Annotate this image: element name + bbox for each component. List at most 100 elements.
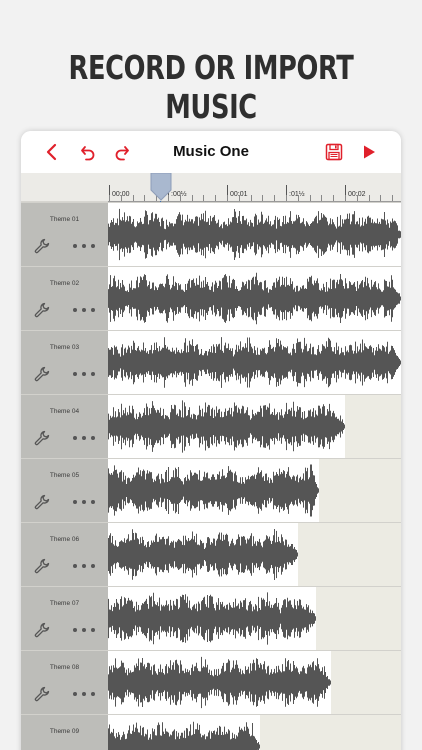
track-header[interactable]: Theme 03 xyxy=(21,331,108,394)
ruler-minor-tick xyxy=(310,195,311,201)
wrench-icon[interactable] xyxy=(34,366,50,382)
audio-clip[interactable] xyxy=(108,587,316,650)
waveform xyxy=(108,592,316,645)
waveform xyxy=(108,337,401,388)
waveform-path xyxy=(108,208,401,261)
track-name: Theme 08 xyxy=(49,664,80,671)
waveform xyxy=(108,464,319,517)
track-name: Theme 03 xyxy=(49,344,80,351)
track-row[interactable]: Theme 05 xyxy=(21,458,401,522)
wrench-icon[interactable] xyxy=(34,494,50,510)
track-row[interactable]: Theme 06 xyxy=(21,522,401,586)
ruler-minor-tick xyxy=(380,195,381,201)
waveform xyxy=(108,529,298,580)
ruler-minor-tick xyxy=(180,195,181,201)
save-button[interactable] xyxy=(322,140,346,164)
track-row[interactable]: Theme 08 xyxy=(21,650,401,714)
waveform-path xyxy=(108,337,401,388)
audio-clip[interactable] xyxy=(108,331,401,394)
redo-button[interactable] xyxy=(110,140,134,164)
audio-clip[interactable] xyxy=(108,523,298,586)
track-name: Theme 05 xyxy=(49,472,80,479)
project-title: Music One xyxy=(173,143,249,160)
ruler-minor-tick xyxy=(109,195,110,201)
wrench-icon[interactable] xyxy=(34,238,50,254)
track-header[interactable]: Theme 07 xyxy=(21,587,108,650)
undo-icon xyxy=(81,146,95,161)
floppy-disk-icon xyxy=(325,143,343,161)
more-options-icon[interactable] xyxy=(73,302,95,318)
track-row[interactable]: Theme 03 xyxy=(21,330,401,394)
undo-button[interactable] xyxy=(76,140,100,164)
audio-clip[interactable] xyxy=(108,395,345,458)
track-header[interactable]: Theme 02 xyxy=(21,267,108,330)
audio-clip[interactable] xyxy=(108,715,260,750)
waveform-path xyxy=(108,464,319,517)
track-name: Theme 02 xyxy=(49,280,80,287)
wrench-icon[interactable] xyxy=(34,686,50,702)
ruler-minor-tick xyxy=(274,195,275,201)
track-row[interactable]: Theme 01 xyxy=(21,202,401,266)
app-window: Music One 00:00:00½00:01:01½00:02 xyxy=(21,131,401,750)
audio-clip[interactable] xyxy=(108,459,319,522)
ruler-minor-tick xyxy=(251,195,252,201)
track-row[interactable]: Theme 07 xyxy=(21,586,401,650)
ruler-minor-tick xyxy=(192,195,193,201)
audio-clip[interactable] xyxy=(108,651,331,714)
toolbar: Music One xyxy=(21,131,401,173)
track-row[interactable]: Theme 09 xyxy=(21,714,401,750)
ruler-minor-tick xyxy=(144,195,145,201)
chevron-left-icon xyxy=(46,143,57,161)
audio-clip[interactable] xyxy=(108,267,401,330)
more-options-icon[interactable] xyxy=(73,238,95,254)
ruler-time-label: :00½ xyxy=(171,191,187,198)
redo-icon xyxy=(115,146,129,161)
more-options-icon[interactable] xyxy=(73,686,95,702)
ruler-minor-tick xyxy=(357,195,358,201)
timeline-ruler[interactable]: 00:00:00½00:01:01½00:02 xyxy=(21,173,401,202)
waveform-path xyxy=(108,529,298,580)
back-button[interactable] xyxy=(40,140,64,164)
ruler-minor-tick xyxy=(203,195,204,201)
track-row[interactable]: Theme 04 xyxy=(21,394,401,458)
play-button[interactable] xyxy=(357,140,381,164)
track-row[interactable]: Theme 02 xyxy=(21,266,401,330)
ruler-minor-tick xyxy=(121,195,122,201)
track-header[interactable]: Theme 04 xyxy=(21,395,108,458)
wrench-icon[interactable] xyxy=(34,430,50,446)
ruler-minor-tick xyxy=(369,195,370,201)
waveform-path xyxy=(108,400,345,453)
more-options-icon[interactable] xyxy=(73,622,95,638)
waveform-path xyxy=(108,272,401,325)
waveform-path xyxy=(108,721,260,750)
track-header[interactable]: Theme 09 xyxy=(21,715,108,750)
track-name: Theme 09 xyxy=(49,728,80,735)
wrench-icon[interactable] xyxy=(34,558,50,574)
ruler-minor-tick xyxy=(262,195,263,201)
more-options-icon[interactable] xyxy=(73,366,95,382)
wrench-icon[interactable] xyxy=(34,622,50,638)
playhead-handle[interactable] xyxy=(149,172,173,201)
track-name: Theme 04 xyxy=(49,408,80,415)
waveform xyxy=(108,656,331,709)
play-icon xyxy=(364,145,375,159)
more-options-icon[interactable] xyxy=(73,430,95,446)
ruler-minor-tick xyxy=(321,195,322,201)
more-options-icon[interactable] xyxy=(73,494,95,510)
ruler-minor-tick xyxy=(227,195,228,201)
track-header[interactable]: Theme 06 xyxy=(21,523,108,586)
ruler-minor-tick xyxy=(133,195,134,201)
track-header[interactable]: Theme 05 xyxy=(21,459,108,522)
audio-clip[interactable] xyxy=(108,203,401,266)
more-options-icon[interactable] xyxy=(73,558,95,574)
track-header[interactable]: Theme 01 xyxy=(21,203,108,266)
track-name: Theme 06 xyxy=(49,536,80,543)
ruler-minor-tick xyxy=(286,195,287,201)
track-header[interactable]: Theme 08 xyxy=(21,651,108,714)
ruler-time-label: :01½ xyxy=(289,191,305,198)
ruler-minor-tick xyxy=(392,195,393,201)
wrench-icon[interactable] xyxy=(34,302,50,318)
ruler-minor-tick xyxy=(215,195,216,201)
ruler-minor-tick xyxy=(345,195,346,201)
ruler-minor-tick xyxy=(239,195,240,201)
